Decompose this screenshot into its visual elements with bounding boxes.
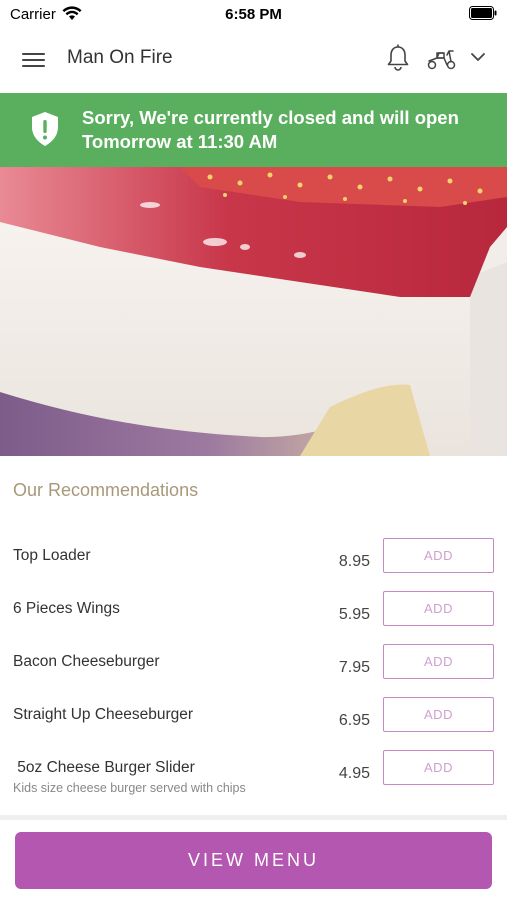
bell-icon[interactable] bbox=[386, 43, 410, 71]
menu-icon[interactable] bbox=[22, 50, 46, 70]
item-description: Kids size cheese burger served with chip… bbox=[13, 781, 246, 795]
item-price: 6.95 bbox=[338, 712, 370, 729]
add-button[interactable]: ADD bbox=[383, 697, 494, 732]
view-menu-button[interactable]: VIEW MENU bbox=[15, 832, 492, 889]
item-price: 7.95 bbox=[338, 659, 370, 676]
status-bar: Carrier 6:58 PM bbox=[0, 0, 507, 28]
list-item: Bacon Cheeseburger 7.95 ADD bbox=[0, 644, 507, 703]
item-name: 5oz Cheese Burger Slider bbox=[13, 759, 195, 776]
add-button[interactable]: ADD bbox=[383, 538, 494, 573]
item-name: 6 Pieces Wings bbox=[13, 600, 120, 617]
chevron-down-icon[interactable] bbox=[470, 51, 486, 63]
add-button[interactable]: ADD bbox=[383, 644, 494, 679]
shield-alert-icon bbox=[32, 112, 58, 146]
closed-message: Sorry, We're currently closed and will o… bbox=[82, 107, 459, 152]
add-button[interactable]: ADD bbox=[383, 591, 494, 626]
list-item: Top Loader 8.95 ADD bbox=[0, 538, 507, 597]
item-name: Straight Up Cheeseburger bbox=[13, 706, 194, 723]
list-item: Straight Up Cheeseburger 6.95 ADD bbox=[0, 697, 507, 756]
list-item: 5oz Cheese Burger Slider Kids size chees… bbox=[0, 750, 507, 809]
add-button[interactable]: ADD bbox=[383, 750, 494, 785]
item-price: 4.95 bbox=[338, 765, 370, 782]
status-time: 6:58 PM bbox=[225, 6, 282, 23]
recommendations-title: Our Recommendations bbox=[13, 480, 199, 500]
list-item: 6 Pieces Wings 5.95 ADD bbox=[0, 591, 507, 650]
cheesecake-photo bbox=[0, 167, 507, 456]
item-price: 8.95 bbox=[338, 553, 370, 570]
item-name: Top Loader bbox=[13, 547, 91, 564]
footer-divider bbox=[0, 815, 507, 820]
page-title: Man On Fire bbox=[67, 47, 173, 68]
scooter-icon[interactable] bbox=[426, 47, 458, 71]
item-name: Bacon Cheeseburger bbox=[13, 653, 160, 670]
hero-image bbox=[0, 167, 507, 456]
item-price: 5.95 bbox=[338, 606, 370, 623]
battery-icon bbox=[469, 6, 497, 20]
app-header: Man On Fire bbox=[0, 28, 507, 92]
closed-banner: Sorry, We're currently closed and will o… bbox=[0, 93, 507, 167]
